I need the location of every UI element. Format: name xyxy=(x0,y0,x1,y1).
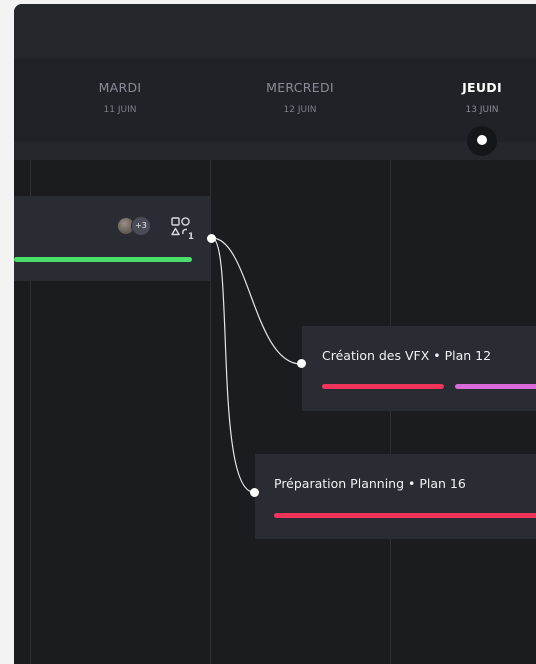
dependency-handle-out[interactable] xyxy=(207,234,216,243)
planning-window: MARDI 11 JUIN MERCREDI 12 JUIN JEUDI 13 … xyxy=(14,4,536,664)
dependency-handle-in-vfx[interactable] xyxy=(297,359,306,368)
dependency-handle-in-planning[interactable] xyxy=(250,488,259,497)
dependency-links xyxy=(211,237,302,493)
